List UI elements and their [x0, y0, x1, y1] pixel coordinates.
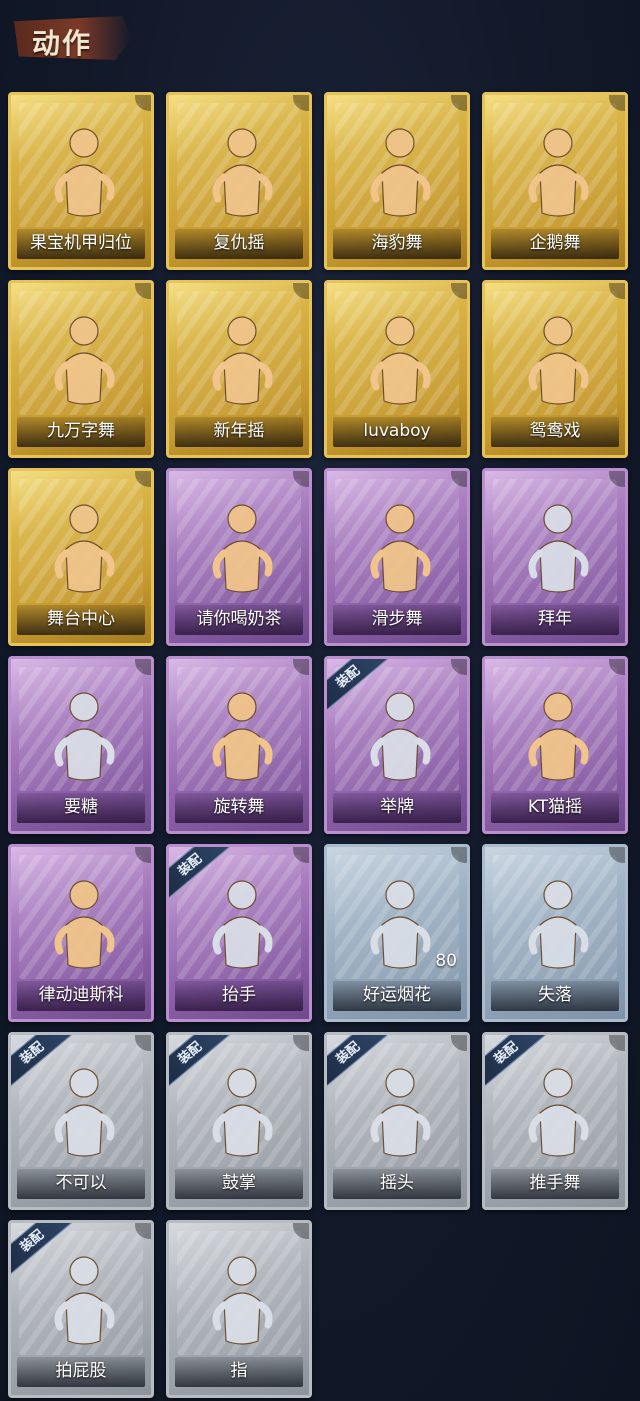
- emote-name: 指: [230, 1361, 248, 1381]
- emote-name: 舞台中心: [47, 609, 115, 629]
- emote-name: 律动迪斯科: [38, 985, 124, 1005]
- emote-name: 海豹舞: [371, 233, 423, 253]
- emote-card[interactable]: 80 好运烟花: [324, 844, 470, 1022]
- emote-card[interactable]: 指: [166, 1220, 312, 1398]
- emote-name: 旋转舞: [213, 797, 265, 817]
- emote-card[interactable]: 果宝机甲归位: [8, 92, 154, 270]
- emote-name: 要糖: [64, 797, 98, 817]
- emote-figure-icon: [54, 880, 115, 969]
- emote-card[interactable]: 滑步舞: [324, 468, 470, 646]
- item-count: 80: [435, 951, 457, 971]
- emote-name: 摇头: [380, 1173, 414, 1193]
- emote-card[interactable]: 九万字舞: [8, 280, 154, 458]
- emote-figure-icon: [212, 316, 273, 405]
- emote-card[interactable]: 复仇摇: [166, 92, 312, 270]
- emote-card[interactable]: 拍屁股 装配: [8, 1220, 154, 1398]
- emote-card[interactable]: 拜年: [482, 468, 628, 646]
- emote-name: 九万字舞: [47, 421, 115, 441]
- emote-card[interactable]: 推手舞 装配: [482, 1032, 628, 1210]
- emote-figure-icon: [370, 692, 431, 781]
- emote-figure-icon: [528, 316, 589, 405]
- emote-name: 拍屁股: [55, 1361, 107, 1381]
- emote-figure-icon: [54, 128, 115, 217]
- emote-card[interactable]: 要糖: [8, 656, 154, 834]
- emote-card[interactable]: 舞台中心: [8, 468, 154, 646]
- emote-figure-icon: [54, 692, 115, 781]
- emote-figure-icon: [212, 1068, 273, 1157]
- page-title: 动作: [32, 27, 93, 60]
- emote-name: 好运烟花: [363, 985, 431, 1005]
- emote-figure-icon: [212, 504, 273, 593]
- emote-figure-icon: [212, 692, 273, 781]
- emote-figure-icon: [370, 880, 431, 969]
- emote-card[interactable]: 鼓掌 装配: [166, 1032, 312, 1210]
- emote-card[interactable]: 旋转舞: [166, 656, 312, 834]
- emote-figure-icon: [212, 1256, 273, 1345]
- emote-figure-icon: [370, 128, 431, 217]
- emote-figure-icon: [528, 692, 589, 781]
- emote-name: 抬手: [222, 985, 256, 1005]
- emote-card[interactable]: KT猫摇: [482, 656, 628, 834]
- emote-name: 复仇摇: [213, 233, 265, 253]
- emote-figure-icon: [528, 128, 589, 217]
- emote-name: 不可以: [55, 1173, 107, 1193]
- emote-card[interactable]: 鸳鸯戏: [482, 280, 628, 458]
- emote-name: 推手舞: [529, 1173, 581, 1193]
- emote-card[interactable]: 企鹅舞: [482, 92, 628, 270]
- emote-card[interactable]: 不可以 装配: [8, 1032, 154, 1210]
- emote-card[interactable]: 抬手 装配: [166, 844, 312, 1022]
- emote-name: 举牌: [380, 797, 414, 817]
- emote-card[interactable]: 摇头 装配: [324, 1032, 470, 1210]
- emote-card[interactable]: 失落: [482, 844, 628, 1022]
- emote-name: 新年摇: [213, 421, 265, 441]
- emote-name: 滑步舞: [371, 609, 423, 629]
- emote-figure-icon: [212, 128, 273, 217]
- emote-name: 鼓掌: [222, 1173, 256, 1193]
- emote-figure-icon: [528, 504, 589, 593]
- emote-name: 失落: [538, 985, 572, 1005]
- emote-collection-page: 动作 果宝机甲归位 复仇摇 海豹舞 企鹅舞九万字舞 新年摇 luvaboy 鸳鸯戏舞台中心 请…: [0, 0, 640, 1401]
- emote-name: 果宝机甲归位: [30, 233, 132, 253]
- emote-card[interactable]: 海豹舞: [324, 92, 470, 270]
- emote-name: 企鹅舞: [529, 233, 581, 253]
- emote-name: 拜年: [538, 609, 572, 629]
- emote-card[interactable]: 举牌 装配: [324, 656, 470, 834]
- emote-grid: 果宝机甲归位 复仇摇 海豹舞 企鹅舞九万字舞 新年摇 luvaboy 鸳鸯戏舞台中心 请你喝奶…: [8, 92, 628, 1398]
- emote-card[interactable]: 请你喝奶茶: [166, 468, 312, 646]
- emote-figure-icon: [54, 1068, 115, 1157]
- emote-figure-icon: [212, 880, 273, 969]
- emote-figure-icon: [54, 504, 115, 593]
- emote-name: 鸳鸯戏: [529, 421, 581, 441]
- emote-card[interactable]: 律动迪斯科: [8, 844, 154, 1022]
- emote-name: 请你喝奶茶: [196, 609, 282, 629]
- emote-figure-icon: [528, 880, 589, 969]
- emote-name: luvaboy: [363, 421, 431, 441]
- emote-figure-icon: [54, 316, 115, 405]
- emote-card[interactable]: luvaboy: [324, 280, 470, 458]
- emote-figure-icon: [370, 316, 431, 405]
- emote-figure-icon: [54, 1256, 115, 1345]
- emote-name: KT猫摇: [527, 797, 583, 817]
- emote-figure-icon: [370, 504, 431, 593]
- emote-figure-icon: [528, 1068, 589, 1157]
- emote-card[interactable]: 新年摇: [166, 280, 312, 458]
- emote-figure-icon: [370, 1068, 431, 1157]
